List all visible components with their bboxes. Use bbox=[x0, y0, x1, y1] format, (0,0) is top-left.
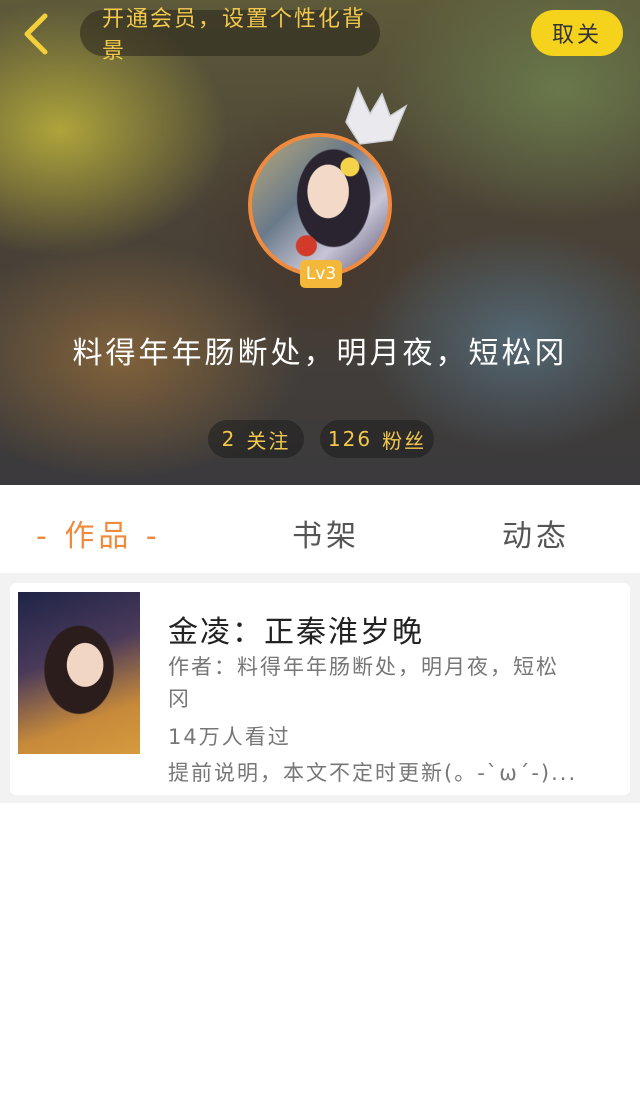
book-author: 作者：料得年年肠断处，明月夜，短松冈 bbox=[168, 655, 559, 711]
level-badge: Lv3 bbox=[300, 260, 342, 288]
book-card[interactable]: 金凌：正秦淮岁晚 作者：料得年年肠断处，明月夜，短松冈 14万人看过 提前说明，… bbox=[10, 583, 630, 795]
fans-label: 粉丝 bbox=[382, 428, 427, 453]
chevron-left-icon bbox=[24, 13, 48, 55]
unfollow-label: 取关 bbox=[551, 23, 602, 48]
tab-bookshelf[interactable]: 书架 bbox=[292, 511, 360, 555]
following-label: 关注 bbox=[246, 428, 291, 453]
fans-stat[interactable]: 126 粉丝 bbox=[320, 420, 434, 458]
vip-banner-text: 开通会员，设置个性化背景 bbox=[102, 7, 367, 64]
profile-header: 开通会员，设置个性化背景 取关 Lv3 料得年年肠断处，明月夜，短松冈 2 关注… bbox=[0, 0, 640, 485]
tab-works[interactable]: - 作品 - bbox=[36, 511, 161, 555]
book-title: 金凌：正秦淮岁晚 bbox=[168, 615, 424, 650]
book-cover bbox=[18, 592, 140, 754]
following-stat[interactable]: 2 关注 bbox=[208, 420, 304, 458]
following-count: 2 bbox=[221, 427, 237, 451]
profile-tabs: - 作品 - 书架 动态 bbox=[0, 485, 640, 573]
vip-background-banner[interactable]: 开通会员，设置个性化背景 bbox=[80, 7, 380, 64]
back-button[interactable] bbox=[14, 10, 58, 58]
book-description: 提前说明，本文不定时更新(。-`ω´-)... bbox=[168, 761, 578, 785]
level-text: Lv3 bbox=[305, 264, 337, 284]
username: 料得年年肠断处，明月夜，短松冈 bbox=[72, 336, 568, 371]
tab-feed[interactable]: 动态 bbox=[502, 511, 570, 555]
book-views: 14万人看过 bbox=[168, 725, 291, 749]
unfollow-button[interactable]: 取关 bbox=[531, 10, 623, 56]
fans-count: 126 bbox=[327, 427, 373, 451]
avatar[interactable] bbox=[248, 133, 392, 277]
